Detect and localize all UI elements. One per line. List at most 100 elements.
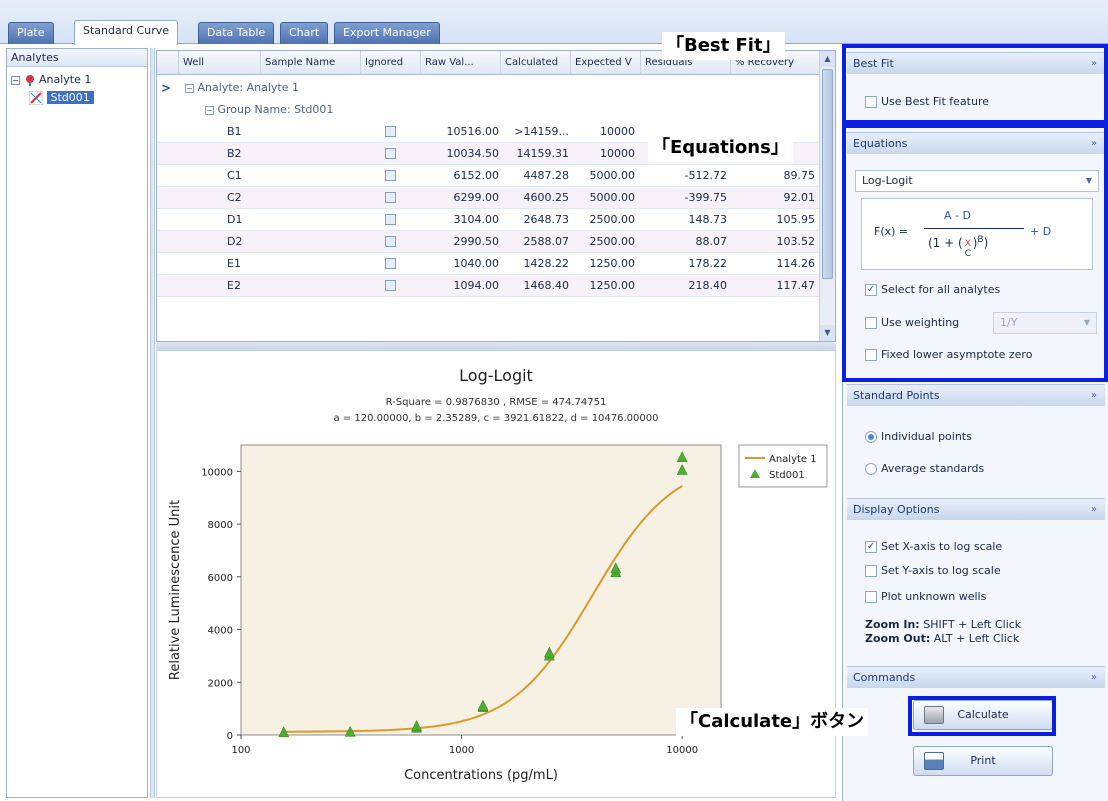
- well-cell[interactable]: E2: [227, 275, 267, 297]
- expected-cell[interactable]: 10000: [571, 121, 635, 143]
- calculated-cell[interactable]: 14159.31: [501, 143, 570, 165]
- recovery-cell[interactable]: 117.47: [731, 275, 816, 297]
- group-row-name[interactable]: − Group Name: Std001: [205, 99, 505, 121]
- residual-cell[interactable]: -399.75: [641, 187, 727, 209]
- ignored-checkbox[interactable]: [385, 280, 396, 291]
- plot-unknown-wells-checkbox[interactable]: [865, 591, 877, 603]
- tree-standard-label: Std001: [46, 91, 94, 104]
- best-fit-highlight-box: [842, 44, 1108, 124]
- column-header-well[interactable]: Well: [179, 51, 261, 75]
- group-name-label: Group Name: Std001: [217, 103, 334, 116]
- residual-cell[interactable]: -512.72: [641, 165, 727, 187]
- group-row-analyte[interactable]: − Analyte: Analyte 1: [185, 77, 485, 99]
- zoom-out-hint: Zoom Out: ALT + Left Click: [865, 630, 1019, 648]
- expected-cell[interactable]: 2500.00: [571, 231, 636, 253]
- x-tick-label: 1000: [449, 745, 474, 756]
- average-standards-radio[interactable]: [865, 463, 877, 475]
- expected-cell[interactable]: 2500.00: [571, 209, 636, 231]
- residual-cell[interactable]: 218.40: [641, 275, 728, 297]
- tree-item-analyte[interactable]: − Analyte 1: [11, 71, 91, 89]
- display-options-section-header[interactable]: Display Options »: [847, 498, 1105, 520]
- raw-value-cell[interactable]: 10034.50: [421, 143, 500, 165]
- expected-cell[interactable]: 1250.00: [571, 275, 636, 297]
- grid-vertical-scrollbar[interactable]: ▲ ▼: [819, 51, 835, 341]
- scroll-down-icon[interactable]: ▼: [820, 325, 835, 341]
- residual-cell[interactable]: 148.73: [641, 209, 728, 231]
- chart-title: Log-Logit: [459, 366, 533, 385]
- equations-callout: 「Equations」: [648, 134, 793, 162]
- ignored-checkbox[interactable]: [385, 126, 396, 137]
- y-axis-label: Relative Luminescence Unit: [168, 500, 183, 680]
- commands-title: Commands: [853, 671, 916, 684]
- tree-item-standard[interactable]: Std001: [28, 89, 94, 107]
- standard-points-section-header[interactable]: Standard Points »: [847, 384, 1105, 406]
- column-header-calculated[interactable]: Calculated: [501, 51, 571, 75]
- collapse-display-options-icon[interactable]: »: [1091, 499, 1097, 521]
- x-axis-log-checkbox[interactable]: ✓: [865, 541, 877, 553]
- collapse-standard-points-icon[interactable]: »: [1091, 385, 1097, 407]
- recovery-cell[interactable]: 105.95: [731, 209, 816, 231]
- y-tick-label: 8000: [208, 520, 233, 531]
- column-header-expected[interactable]: Expected V: [571, 51, 641, 75]
- scroll-thumb[interactable]: [822, 69, 833, 279]
- collapse-toggle-icon[interactable]: −: [11, 75, 20, 85]
- horizontal-splitter[interactable]: [156, 342, 836, 350]
- commands-section-header[interactable]: Commands »: [847, 666, 1105, 688]
- ignored-checkbox[interactable]: [385, 236, 396, 247]
- expected-cell[interactable]: 5000.00: [571, 187, 636, 209]
- current-row-marker-icon: >: [161, 81, 172, 95]
- tab-plate[interactable]: Plate: [8, 22, 54, 44]
- ignored-checkbox[interactable]: [385, 192, 396, 203]
- ignored-checkbox[interactable]: [385, 258, 396, 269]
- column-header-raw-value[interactable]: Raw Val...: [421, 51, 501, 75]
- raw-value-cell[interactable]: 10516.00: [421, 121, 500, 143]
- expected-cell[interactable]: 10000: [571, 143, 635, 165]
- ignored-checkbox[interactable]: [385, 214, 396, 225]
- tab-standard-curve[interactable]: Standard Curve: [74, 20, 178, 45]
- calculated-cell[interactable]: >14159...: [501, 121, 569, 143]
- recovery-cell[interactable]: 92.01: [731, 187, 816, 209]
- well-cell[interactable]: E1: [227, 253, 267, 275]
- well-cell[interactable]: C1: [227, 165, 267, 187]
- well-cell[interactable]: B2: [227, 143, 267, 165]
- collapse-commands-icon[interactable]: »: [1091, 667, 1097, 689]
- print-button[interactable]: Print: [913, 746, 1053, 776]
- vertical-splitter[interactable]: [150, 48, 155, 798]
- calculated-cell[interactable]: 1468.40: [501, 275, 570, 297]
- calculated-cell[interactable]: 4487.28: [501, 165, 570, 187]
- column-header-ignored[interactable]: Ignored: [361, 51, 421, 75]
- column-header-sample-name[interactable]: Sample Name: [261, 51, 361, 75]
- ignored-checkbox[interactable]: [385, 170, 396, 181]
- residual-cell[interactable]: 178.22: [641, 253, 728, 275]
- group-expand-icon[interactable]: −: [185, 83, 194, 93]
- recovery-cell[interactable]: 89.75: [731, 165, 816, 187]
- tab-data-table[interactable]: Data Table: [198, 22, 275, 44]
- well-cell[interactable]: B1: [227, 121, 267, 143]
- well-cell[interactable]: D2: [227, 231, 267, 253]
- ignored-checkbox[interactable]: [385, 148, 396, 159]
- scroll-up-icon[interactable]: ▲: [820, 51, 835, 67]
- residual-cell[interactable]: 88.07: [641, 231, 728, 253]
- raw-value-cell[interactable]: 3104.00: [421, 209, 500, 231]
- well-cell[interactable]: D1: [227, 209, 267, 231]
- y-axis-log-checkbox[interactable]: [865, 565, 877, 577]
- recovery-cell[interactable]: 103.52: [731, 231, 816, 253]
- raw-value-cell[interactable]: 2990.50: [421, 231, 500, 253]
- tab-chart[interactable]: Chart: [280, 22, 329, 44]
- well-cell[interactable]: C2: [227, 187, 267, 209]
- calculated-cell[interactable]: 2588.07: [501, 231, 570, 253]
- recovery-cell[interactable]: 114.26: [731, 253, 816, 275]
- expected-cell[interactable]: 1250.00: [571, 253, 636, 275]
- calculated-cell[interactable]: 4600.25: [501, 187, 570, 209]
- raw-value-cell[interactable]: 1094.00: [421, 275, 500, 297]
- raw-value-cell[interactable]: 1040.00: [421, 253, 500, 275]
- analytes-panel: Analytes − Analyte 1 Std001: [6, 48, 148, 798]
- expected-cell[interactable]: 5000.00: [571, 165, 636, 187]
- individual-points-radio[interactable]: [865, 431, 877, 443]
- group-name-expand-icon[interactable]: −: [205, 105, 214, 115]
- calculated-cell[interactable]: 2648.73: [501, 209, 570, 231]
- calculated-cell[interactable]: 1428.22: [501, 253, 570, 275]
- raw-value-cell[interactable]: 6152.00: [421, 165, 500, 187]
- raw-value-cell[interactable]: 6299.00: [421, 187, 500, 209]
- tab-export-manager[interactable]: Export Manager: [334, 22, 440, 44]
